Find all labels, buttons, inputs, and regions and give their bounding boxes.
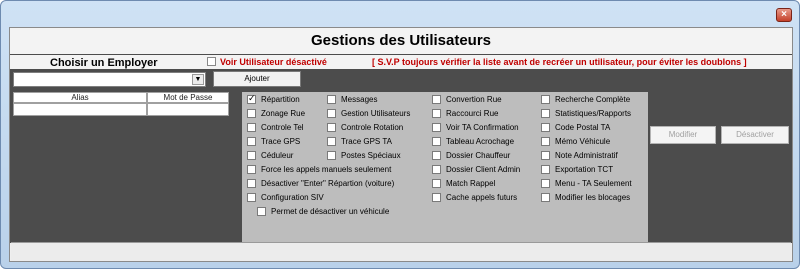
perm-match-rappel[interactable]: Match Rappel	[429, 176, 495, 190]
perm-trace-gps[interactable]: Trace GPS	[244, 134, 300, 148]
checkbox[interactable]	[432, 150, 441, 160]
perm-postes-speciaux[interactable]: Postes Spéciaux	[324, 148, 401, 162]
checkbox[interactable]	[327, 136, 336, 146]
perm-code-postal-ta[interactable]: Code Postal TA	[538, 120, 610, 134]
perm-messages[interactable]: Messages	[324, 92, 377, 106]
checkbox[interactable]	[247, 93, 256, 104]
show-disabled-label: Voir Utilisateur désactivé	[220, 57, 327, 67]
checkbox[interactable]	[432, 122, 441, 132]
checkbox[interactable]	[541, 192, 550, 202]
close-icon: ×	[781, 9, 787, 20]
checkbox[interactable]	[541, 178, 550, 188]
checkbox[interactable]	[327, 108, 336, 118]
perm-desactiver-enter[interactable]: Désactiver "Enter" Répartion (voiture)	[244, 176, 394, 190]
deactivate-button[interactable]: Désactiver	[721, 126, 789, 144]
grid-header-password[interactable]: Mot de Passe	[147, 92, 229, 103]
modify-button[interactable]: Modifier	[650, 126, 716, 144]
client-area: Gestions des Utilisateurs Choisir un Emp…	[9, 27, 793, 262]
perm-cache-appels-futurs[interactable]: Cache appels futurs	[429, 190, 517, 204]
perm-tableau-acrochage[interactable]: Tableau Acrochage	[429, 134, 514, 148]
checkbox[interactable]	[247, 108, 256, 118]
status-strip	[11, 242, 791, 261]
checkbox[interactable]	[541, 136, 550, 146]
chevron-down-icon[interactable]: ▼	[192, 74, 204, 85]
checkbox[interactable]	[247, 150, 256, 160]
checkbox[interactable]	[432, 108, 441, 118]
checkbox[interactable]	[541, 150, 550, 160]
checkbox[interactable]	[541, 122, 550, 132]
app-window: × Gestions des Utilisateurs Choisir un E…	[0, 0, 800, 269]
checkbox[interactable]	[327, 122, 336, 132]
perm-controle-rotation[interactable]: Controle Rotation	[324, 120, 403, 134]
perm-ceduleur[interactable]: Céduleur	[244, 148, 293, 162]
checkbox[interactable]	[247, 178, 256, 188]
perm-modifier-blocages[interactable]: Modifier les blocages	[538, 190, 630, 204]
show-disabled-checkbox[interactable]	[207, 57, 216, 66]
checkbox[interactable]	[247, 164, 256, 174]
checkbox[interactable]	[432, 94, 441, 104]
perm-memo-vehicule[interactable]: Mémo Véhicule	[538, 134, 610, 148]
perm-desactiver-vehicule[interactable]: Permet de désactiver un véhicule	[254, 204, 389, 218]
perm-dossier-client-admin[interactable]: Dossier Client Admin	[429, 162, 520, 176]
perm-statistiques-rapports[interactable]: Statistiques/Rapports	[538, 106, 631, 120]
employee-combo[interactable]: ▼	[13, 72, 206, 87]
checkbox[interactable]	[247, 122, 256, 132]
checkbox[interactable]	[432, 164, 441, 174]
perm-menu-ta-seulement[interactable]: Menu - TA Seulement	[538, 176, 632, 190]
add-button[interactable]: Ajouter	[213, 71, 301, 87]
perm-raccourci-rue[interactable]: Raccourci Rue	[429, 106, 498, 120]
perm-trace-gps-ta[interactable]: Trace GPS TA	[324, 134, 392, 148]
perm-controle-tel[interactable]: Controle Tel	[244, 120, 304, 134]
perm-repartition[interactable]: Répartition	[244, 92, 300, 106]
checkbox[interactable]	[432, 136, 441, 146]
warning-text: [ S.V.P toujours vérifier la liste avant…	[372, 57, 747, 67]
perm-configuration-siv[interactable]: Configuration SIV	[244, 190, 324, 204]
checkbox[interactable]	[327, 150, 336, 160]
perm-convertion-rue[interactable]: Convertion Rue	[429, 92, 502, 106]
perm-force-appels-manuels[interactable]: Force les appels manuels seulement	[244, 162, 391, 176]
checkbox[interactable]	[327, 94, 336, 104]
checkbox[interactable]	[541, 164, 550, 174]
perm-recherche-complete[interactable]: Recherche Complète	[538, 92, 630, 106]
checkbox[interactable]	[247, 192, 256, 202]
perm-dossier-chauffeur[interactable]: Dossier Chauffeur	[429, 148, 510, 162]
page-title: Gestions des Utilisateurs	[10, 28, 792, 54]
checkbox[interactable]	[247, 136, 256, 146]
perm-note-administratif[interactable]: Note Administratif	[538, 148, 618, 162]
close-button[interactable]: ×	[776, 8, 792, 22]
perm-voir-ta-confirmation[interactable]: Voir TA Confirmation	[429, 120, 519, 134]
perm-exportation-tct[interactable]: Exportation TCT	[538, 162, 613, 176]
choose-employee-label: Choisir un Employer	[50, 57, 158, 69]
grid-cell[interactable]	[13, 103, 147, 116]
grid-header-alias[interactable]: Alias	[13, 92, 147, 103]
checkbox[interactable]	[432, 178, 441, 188]
checkbox[interactable]	[432, 192, 441, 202]
checkbox[interactable]	[257, 206, 266, 216]
grid-cell[interactable]	[147, 103, 229, 116]
perm-zonage-rue[interactable]: Zonage Rue	[244, 106, 305, 120]
checkbox[interactable]	[541, 94, 550, 104]
checkbox[interactable]	[541, 108, 550, 118]
perm-gestion-utilisateurs[interactable]: Gestion Utilisateurs	[324, 106, 410, 120]
